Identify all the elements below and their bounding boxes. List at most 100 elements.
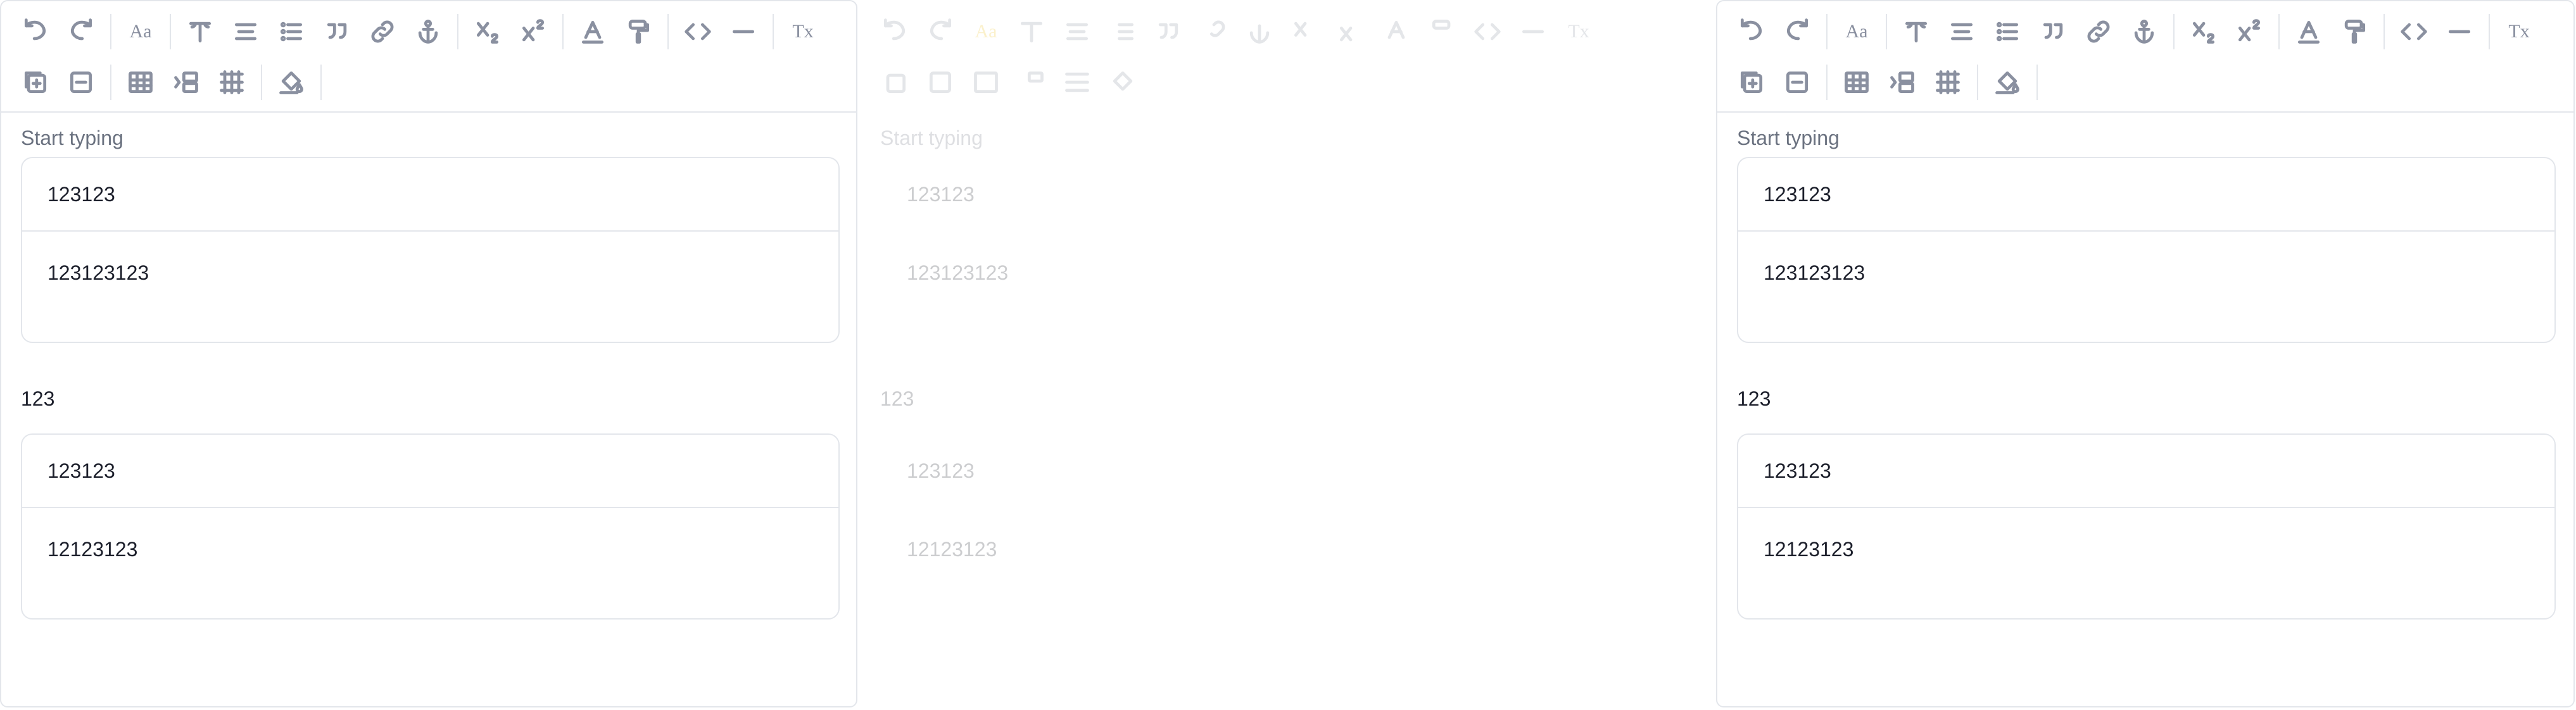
undo-button[interactable] bbox=[1733, 13, 1771, 51]
clear-format-button[interactable]: Tx bbox=[2500, 13, 2538, 51]
table-cell[interactable]: 123123 bbox=[1738, 158, 2554, 232]
paragraph[interactable]: 123 bbox=[880, 387, 914, 411]
quote-button[interactable] bbox=[1149, 13, 1187, 51]
table-cell[interactable]: 123123123 bbox=[881, 232, 1698, 314]
list-button[interactable] bbox=[1104, 13, 1142, 51]
add-row-button[interactable] bbox=[1733, 63, 1771, 101]
horizontal-rule-button[interactable] bbox=[2440, 13, 2478, 51]
remove-row-button[interactable] bbox=[62, 63, 100, 101]
superscript-button[interactable] bbox=[2230, 13, 2268, 51]
table-cell[interactable]: 12123123 bbox=[22, 508, 838, 590]
redo-button[interactable] bbox=[62, 13, 100, 51]
toolbar-row-2 bbox=[876, 58, 1149, 106]
table[interactable]: 123123 123123123 bbox=[880, 157, 1699, 343]
subscript-button[interactable] bbox=[2185, 13, 2223, 51]
code-button[interactable] bbox=[679, 13, 717, 51]
subscript-button[interactable] bbox=[1286, 13, 1324, 51]
insert-column-button[interactable] bbox=[1013, 63, 1051, 101]
format-painter-button[interactable] bbox=[619, 13, 657, 51]
code-button[interactable] bbox=[2395, 13, 2433, 51]
table[interactable]: 123123 12123123 bbox=[21, 433, 840, 620]
insert-table-button[interactable] bbox=[967, 63, 1005, 101]
text-color-button[interactable] bbox=[2290, 13, 2328, 51]
quote-button[interactable] bbox=[2034, 13, 2072, 51]
table-cell[interactable]: 123123 bbox=[881, 158, 1698, 232]
table[interactable]: 123123 123123123 bbox=[21, 157, 840, 343]
font-size-button[interactable]: Aa bbox=[1838, 13, 1876, 51]
editor-toolbar: Aa Tx bbox=[1, 1, 856, 113]
text-style-button[interactable] bbox=[1897, 13, 1935, 51]
remove-row-button[interactable] bbox=[921, 63, 959, 101]
align-button[interactable] bbox=[1058, 13, 1096, 51]
table[interactable]: 123123 12123123 bbox=[1737, 433, 2556, 620]
text-color-icon bbox=[2297, 20, 2320, 44]
toolbar-separator bbox=[1886, 14, 1887, 49]
list-button[interactable] bbox=[272, 13, 310, 51]
superscript-button[interactable] bbox=[1332, 13, 1370, 51]
table-grid-button[interactable] bbox=[1929, 63, 1967, 101]
horizontal-rule-button[interactable] bbox=[1514, 13, 1552, 51]
text-color-button[interactable] bbox=[1377, 13, 1415, 51]
table-cell[interactable]: 123123123 bbox=[1738, 232, 2554, 314]
text-color-button[interactable] bbox=[574, 13, 612, 51]
align-button[interactable] bbox=[227, 13, 265, 51]
redo-button[interactable] bbox=[921, 13, 959, 51]
horizontal-rule-button[interactable] bbox=[724, 13, 762, 51]
add-row-button[interactable] bbox=[16, 63, 54, 101]
code-button[interactable] bbox=[1468, 13, 1506, 51]
cell-fill-button[interactable] bbox=[1988, 63, 2026, 101]
add-row-button[interactable] bbox=[876, 63, 914, 101]
add-square-icon bbox=[886, 73, 906, 94]
table-cell[interactable]: 123123123 bbox=[22, 232, 838, 314]
font-size-button[interactable]: Aa bbox=[122, 13, 160, 51]
quote-button[interactable] bbox=[318, 13, 356, 51]
anchor-button[interactable] bbox=[2125, 13, 2163, 51]
superscript-icon bbox=[522, 19, 545, 42]
align-button[interactable] bbox=[1943, 13, 1981, 51]
horizontal-rule-icon bbox=[2448, 30, 2471, 34]
add-square-icon bbox=[1740, 71, 1763, 94]
redo-button[interactable] bbox=[1778, 13, 1816, 51]
clear-format-button[interactable]: Tx bbox=[784, 13, 822, 51]
table-cell[interactable]: 123123 bbox=[22, 435, 838, 508]
table-cell[interactable]: 123123 bbox=[881, 435, 1698, 508]
font-size-button[interactable]: Aa bbox=[967, 13, 1005, 51]
link-button[interactable] bbox=[1195, 13, 1233, 51]
table-grid-button[interactable] bbox=[213, 63, 251, 101]
redo-icon bbox=[70, 18, 92, 40]
undo-button[interactable] bbox=[16, 13, 54, 51]
table-cell[interactable]: 12123123 bbox=[1738, 508, 2554, 590]
toolbar-separator bbox=[2173, 14, 2175, 49]
toolbar-row-1: Aa Tx bbox=[876, 8, 1605, 56]
link-button[interactable] bbox=[2080, 13, 2118, 51]
remove-row-button[interactable] bbox=[1778, 63, 1816, 101]
paragraph[interactable]: 123 bbox=[1737, 387, 1771, 411]
table-cell[interactable]: 123123 bbox=[22, 158, 838, 232]
subscript-button[interactable] bbox=[469, 13, 507, 51]
superscript-button[interactable] bbox=[514, 13, 552, 51]
format-painter-button[interactable] bbox=[1423, 13, 1461, 51]
table-cell[interactable]: 123123 bbox=[1738, 435, 2554, 508]
table[interactable]: 123123 12123123 bbox=[880, 433, 1699, 620]
insert-table-button[interactable] bbox=[1838, 63, 1876, 101]
table[interactable]: 123123 123123123 bbox=[1737, 157, 2556, 343]
insert-column-button[interactable] bbox=[167, 63, 205, 101]
link-button[interactable] bbox=[363, 13, 401, 51]
list-button[interactable] bbox=[1988, 13, 2026, 51]
text-style-button[interactable] bbox=[1013, 13, 1051, 51]
cell-fill-button[interactable] bbox=[272, 63, 310, 101]
undo-button[interactable] bbox=[876, 13, 914, 51]
cell-fill-button[interactable] bbox=[1104, 63, 1142, 101]
placeholder-text: Start typing bbox=[880, 127, 983, 149]
text-style-button[interactable] bbox=[181, 13, 219, 51]
add-square-icon bbox=[24, 71, 47, 94]
anchor-button[interactable] bbox=[1241, 13, 1279, 51]
anchor-button[interactable] bbox=[409, 13, 447, 51]
table-cell[interactable]: 12123123 bbox=[881, 508, 1698, 590]
paragraph[interactable]: 123 bbox=[21, 387, 54, 411]
clear-format-button[interactable]: Tx bbox=[1560, 13, 1598, 51]
format-painter-button[interactable] bbox=[2335, 13, 2373, 51]
table-grid-button[interactable] bbox=[1058, 63, 1096, 101]
insert-table-button[interactable] bbox=[122, 63, 160, 101]
insert-column-button[interactable] bbox=[1883, 63, 1921, 101]
